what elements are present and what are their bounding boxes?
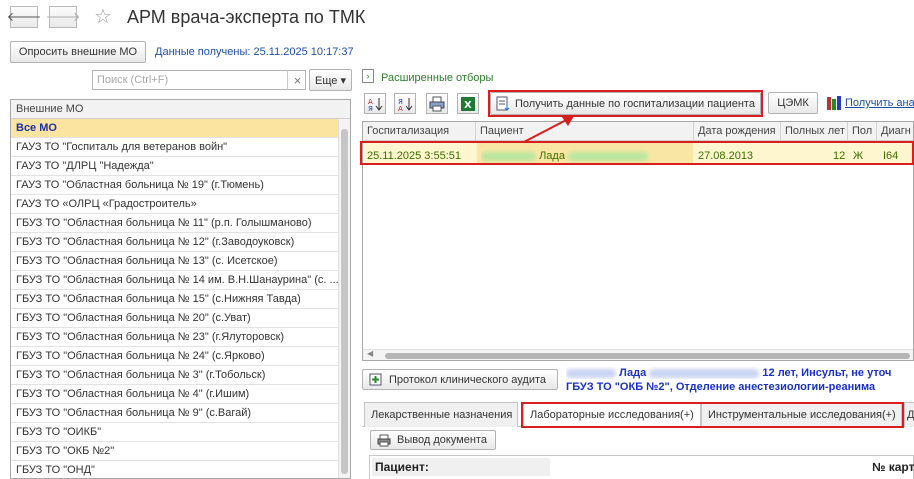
svg-text:Я: Я (368, 105, 373, 112)
extended-filters-link[interactable]: Расширенные отборы (381, 72, 493, 84)
svg-text:X: X (464, 100, 472, 111)
print-button[interactable] (426, 93, 448, 114)
annotation-arrow (523, 116, 574, 143)
patient-info-summary: 12 лет, Инсульт, не уточ (762, 367, 892, 379)
list-item[interactable]: ГБУЗ ТО "Областная больница № 15" (с.Ниж… (11, 290, 339, 309)
search-input[interactable]: Поиск (Ctrl+F) (92, 70, 306, 90)
list-item[interactable]: ГБУЗ ТО "ОКБ №2" (11, 442, 339, 461)
patient-label: Пациент: (375, 460, 429, 474)
column-header-sex[interactable]: Пол (848, 122, 877, 141)
tab-more[interactable]: Д (904, 402, 914, 427)
list-item[interactable]: ГАУЗ ТО "Областная больница № 19" (г.Тюм… (11, 176, 339, 195)
poll-external-mo-button[interactable]: Опросить внешние МО (10, 41, 146, 63)
column-header-diagnosis[interactable]: Диагн (877, 122, 913, 141)
patient-info-line1: Лада 12 лет, Инсульт, не уточ (566, 367, 914, 379)
list-item[interactable]: ГАУЗ ТО "Госпиталь для ветеранов войн" (11, 138, 339, 157)
redacted-surname-2 (566, 368, 616, 378)
scrollbar-thumb[interactable] (341, 129, 348, 474)
card-number-label: № карт (872, 460, 914, 474)
list-item[interactable]: ГБУЗ ТО "Областная больница № 20" (с.Ува… (11, 309, 339, 328)
back-button[interactable]: 🡐 (7, 6, 41, 28)
sort-descending-icon: ЯА (398, 97, 413, 112)
list-item[interactable]: ГАУЗ ТО "ДЛРЦ "Надежда" (11, 157, 339, 176)
list-item[interactable]: ГБУЗ ТО "Областная больница № 4" (г.Ишим… (11, 385, 339, 404)
list-item-all-mo[interactable]: Все МО (11, 119, 339, 138)
books-icon (827, 96, 841, 110)
clinical-audit-protocol-label: Протокол клинического аудита (389, 373, 547, 386)
list-item[interactable]: ГБУЗ ТО "Областная больница № 24" (с.Ярк… (11, 347, 339, 366)
clinical-audit-protocol-button[interactable]: Протокол клинического аудита (362, 369, 558, 390)
hscroll-thumb[interactable] (385, 353, 910, 359)
external-mo-list: Внешние МО Все МО ГАУЗ ТО "Госпиталь для … (10, 99, 351, 479)
search-clear-icon[interactable]: × (287, 70, 307, 90)
more-menu-button[interactable]: Еще ▾ (309, 69, 352, 91)
list-scrollbar[interactable] (338, 119, 350, 478)
redacted-patronymic-2 (649, 368, 760, 378)
excel-icon: X (461, 96, 475, 111)
output-document-label: Вывод документа (397, 434, 487, 446)
printer-icon (429, 96, 445, 111)
get-analysis-link[interactable]: Получить ана (845, 97, 914, 109)
grid-hscrollbar[interactable]: ◀ (363, 349, 913, 360)
highlight-grid-row (360, 141, 914, 165)
list-item[interactable]: ГАУЗ ТО «ОЛРЦ «Градостроитель» (11, 195, 339, 214)
list-item[interactable]: ГБУЗ ТО "Областная больница № 11" (р.п. … (11, 214, 339, 233)
printer-small-icon (377, 434, 391, 447)
column-header-hospitalization[interactable]: Госпитализация (363, 122, 476, 141)
favorite-star-icon[interactable]: ☆ (94, 4, 112, 29)
forward-button[interactable]: 🡒 (46, 6, 80, 28)
page-title: АРМ врача-эксперта по ТМК (127, 7, 366, 27)
tab-medications[interactable]: Лекарственные назначения (364, 402, 518, 427)
arrow-left-icon: 🡐 (6, 9, 42, 24)
sort-ascending-icon: АЯ (368, 97, 383, 112)
list-header: Внешние МО (11, 100, 350, 119)
patient-info-name: Лада (619, 367, 647, 379)
list-item[interactable]: ГБУЗ ТО "Областная больница № 14 им. В.Н… (11, 271, 339, 290)
column-header-age[interactable]: Полных лет (781, 122, 848, 141)
list-item[interactable]: ГБУЗ ТО "Областная больница № 23" (г.Ялу… (11, 328, 339, 347)
patient-info-line2: ГБУЗ ТО "ОКБ №2", Отделение анестезиолог… (566, 381, 876, 393)
list-item[interactable]: ГБУЗ ТО "Областная больница № 3" (г.Тобо… (11, 366, 339, 385)
add-document-icon (369, 373, 382, 386)
excel-export-button[interactable]: X (457, 93, 479, 114)
sort-desc-button[interactable]: ЯА (394, 93, 416, 114)
document-preview: Пациент: № карт (369, 455, 914, 479)
highlight-tabs (521, 402, 904, 428)
list-item[interactable]: ГБУЗ ТО "ОНД" (11, 461, 339, 478)
cemk-button[interactable]: ЦЭМК (768, 92, 818, 114)
data-received-status: Данные получены: 25.11.2025 10:17:37 (155, 46, 354, 58)
list-item[interactable]: ГБУЗ ТО "ОИКБ" (11, 423, 339, 442)
svg-text:А: А (398, 105, 403, 112)
expand-filters-icon[interactable]: › (362, 69, 374, 83)
column-header-birthdate[interactable]: Дата рождения (694, 122, 781, 141)
output-document-button[interactable]: Вывод документа (370, 430, 496, 450)
column-header-patient[interactable]: Пациент (476, 122, 694, 141)
list-item[interactable]: ГБУЗ ТО "Областная больница № 12" (г.Зав… (11, 233, 339, 252)
arrow-right-icon: 🡒 (45, 9, 81, 24)
list-item[interactable]: ГБУЗ ТО "Областная больница № 13" (с. Ис… (11, 252, 339, 271)
scroll-left-icon[interactable]: ◀ (367, 349, 373, 358)
search-placeholder: Поиск (Ctrl+F) (97, 74, 169, 86)
list-item[interactable]: ГБУЗ ТО "Областная больница № 9" (с.Вага… (11, 404, 339, 423)
sort-asc-button[interactable]: АЯ (364, 93, 386, 114)
